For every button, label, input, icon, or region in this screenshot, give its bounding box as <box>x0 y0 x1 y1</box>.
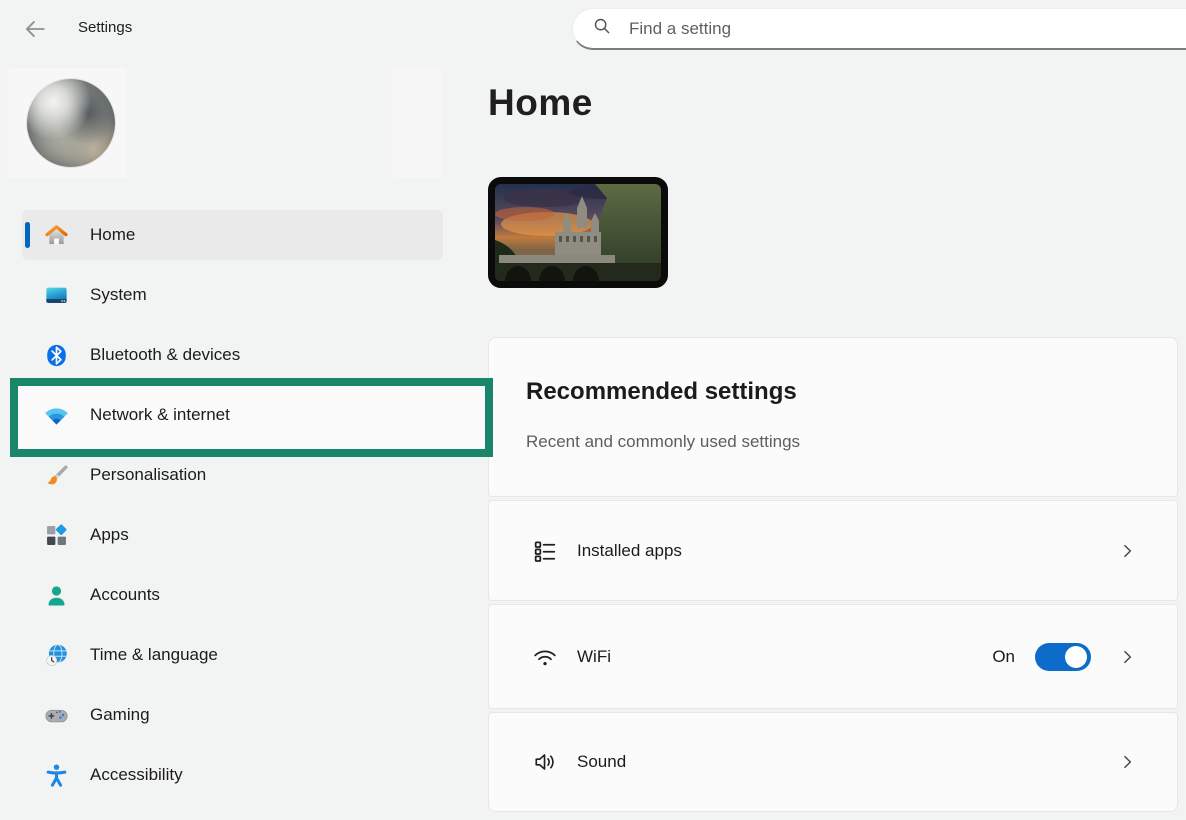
back-button[interactable] <box>20 14 50 44</box>
sidebar: Home System <box>0 60 460 820</box>
chevron-right-icon <box>1117 752 1137 772</box>
search-box[interactable] <box>572 8 1186 50</box>
wifi-row[interactable]: WiFi On <box>488 604 1178 709</box>
sidebar-item-label: Bluetooth & devices <box>90 345 240 365</box>
sidebar-item-personalisation[interactable]: Personalisation <box>22 450 443 500</box>
system-icon <box>42 281 70 309</box>
sidebar-item-system[interactable]: System <box>22 270 443 320</box>
sidebar-item-bluetooth-devices[interactable]: Bluetooth & devices <box>22 330 443 380</box>
wifi-signal-icon <box>531 643 559 671</box>
sidebar-item-label: Accounts <box>90 585 160 605</box>
sidebar-item-label: Time & language <box>90 645 218 665</box>
installed-apps-row[interactable]: Installed apps <box>488 500 1178 601</box>
sidebar-item-label: Accessibility <box>90 765 183 785</box>
sidebar-item-label: Apps <box>90 525 129 545</box>
sidebar-item-gaming[interactable]: Gaming <box>22 690 443 740</box>
sidebar-item-network-internet[interactable]: Network & internet <box>22 390 443 440</box>
sidebar-item-label: System <box>90 285 147 305</box>
row-label: WiFi <box>577 647 992 667</box>
back-arrow-icon <box>22 30 48 45</box>
chevron-right-icon <box>1117 647 1137 667</box>
recommended-settings-subtitle: Recent and commonly used settings <box>526 432 1177 452</box>
home-icon <box>42 221 70 249</box>
apps-icon <box>42 521 70 549</box>
sidebar-nav: Home System <box>22 210 443 810</box>
globe-clock-icon <box>42 641 70 669</box>
speaker-icon <box>531 748 559 776</box>
device-wallpaper-thumbnail[interactable] <box>488 177 668 288</box>
sound-row[interactable]: Sound <box>488 712 1178 812</box>
app-title: Settings <box>78 19 132 36</box>
sidebar-item-label: Network & internet <box>90 405 230 425</box>
recommended-settings-title: Recommended settings <box>526 378 1177 406</box>
gamepad-icon <box>42 701 70 729</box>
installed-apps-icon <box>531 537 559 565</box>
user-avatar <box>27 79 115 167</box>
accessibility-icon <box>42 761 70 789</box>
main-content: Home <box>485 60 1186 820</box>
page-title: Home <box>488 82 593 124</box>
settings-window: Settings <box>0 0 1186 820</box>
sidebar-item-home[interactable]: Home <box>22 210 443 260</box>
recommended-settings-card: Recommended settings Recent and commonly… <box>488 337 1178 497</box>
wifi-fan-icon <box>42 401 70 429</box>
sidebar-item-label: Personalisation <box>90 465 206 485</box>
bluetooth-icon <box>42 341 70 369</box>
sidebar-item-time-language[interactable]: Time & language <box>22 630 443 680</box>
sidebar-item-accessibility[interactable]: Accessibility <box>22 750 443 800</box>
sidebar-item-label: Home <box>90 225 135 245</box>
search-icon <box>591 15 613 42</box>
wifi-toggle[interactable] <box>1035 643 1091 671</box>
row-label: Installed apps <box>577 541 1117 561</box>
sidebar-item-apps[interactable]: Apps <box>22 510 443 560</box>
paintbrush-icon <box>42 461 70 489</box>
toggle-knob <box>1065 646 1087 668</box>
person-icon <box>42 581 70 609</box>
chevron-right-icon <box>1117 541 1137 561</box>
sidebar-item-label: Gaming <box>90 705 150 725</box>
row-label: Sound <box>577 752 1117 772</box>
search-input[interactable] <box>627 18 1111 40</box>
wifi-status-text: On <box>992 647 1015 667</box>
sidebar-item-accounts[interactable]: Accounts <box>22 570 443 620</box>
placeholder-block <box>392 68 442 178</box>
